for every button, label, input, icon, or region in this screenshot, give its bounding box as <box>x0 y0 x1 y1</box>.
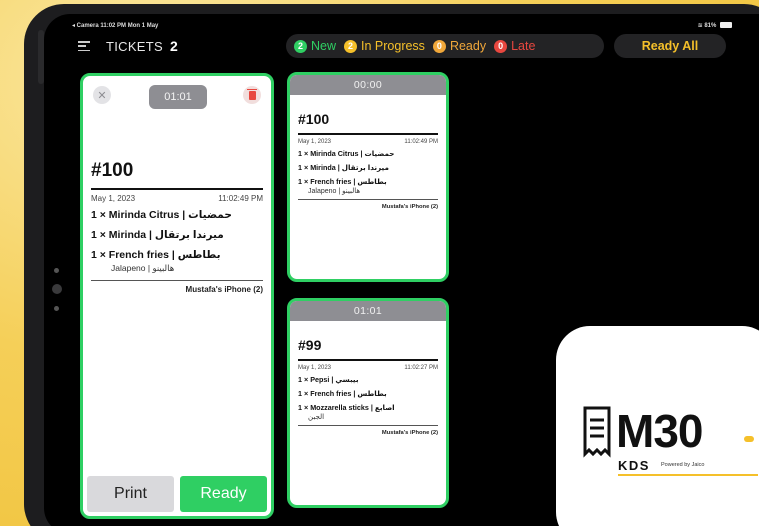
camera-icon <box>52 284 62 294</box>
ticket-card[interactable]: 00:00 #100 May 1, 2023 11:02:49 PM 1 × M… <box>287 72 449 282</box>
ticket-timer: 01:01 <box>149 85 207 109</box>
ticket-card[interactable]: 01:01 #99 May 1, 2023 11:02:27 PM 1 × Pe… <box>287 298 449 508</box>
divider <box>298 359 438 361</box>
ready-count-badge: 0 <box>432 39 446 53</box>
filter-late[interactable]: 0 Late <box>494 39 535 53</box>
filter-new[interactable]: 2 New <box>294 39 336 53</box>
status-bar: ◂ Camera 11:02 PM Mon 1 May ≋ 81% <box>72 20 732 32</box>
divider <box>91 188 263 190</box>
close-icon[interactable]: ✕ <box>93 86 111 104</box>
order-date: May 1, 2023 <box>91 194 136 203</box>
order-item: 1 × Mirinda | ميرندا برتقال <box>298 163 389 172</box>
order-time: 11:02:49 PM <box>404 139 438 145</box>
ready-all-button[interactable]: Ready All <box>614 34 726 58</box>
item-modifier: الجبن <box>308 414 325 421</box>
side-sensor-dot <box>54 268 59 273</box>
source-device: Mustafa's iPhone (2) <box>185 285 263 294</box>
ticket-timer: 00:00 <box>290 75 446 95</box>
new-count-badge: 2 <box>294 39 307 53</box>
order-meta: May 1, 2023 11:02:27 PM <box>298 365 438 371</box>
item-modifier: Jalapeno | هالبينو <box>111 263 175 273</box>
order-date: May 1, 2023 <box>298 365 332 371</box>
order-item: 1 × French fries | بطاطس <box>298 389 387 398</box>
order-item: 1 × Mozzarella sticks | اصابع <box>298 403 395 412</box>
status-filter-bar: 2 New 2 In Progress 0 Ready 0 Late <box>286 34 604 58</box>
order-time: 11:02:49 PM <box>218 194 263 203</box>
order-item: 1 × Mirinda Citrus | حمضيات <box>91 209 232 221</box>
side-sensor-dot <box>54 306 59 311</box>
source-device: Mustafa's iPhone (2) <box>381 430 438 436</box>
order-item: 1 × French fries | بطاطس <box>298 177 387 186</box>
status-right: ≋ 81% <box>698 22 732 29</box>
app-logo-card: M30 KDS Powered by Jaico <box>556 326 759 526</box>
ticket-header: ✕ 01:01 <box>83 76 271 120</box>
logo-wordmark: M30 <box>616 405 703 457</box>
receipt-icon <box>583 406 611 458</box>
order-number: #100 <box>91 160 134 181</box>
filter-in-progress[interactable]: 2 In Progress <box>344 39 425 53</box>
item-modifier: Jalapeno | هالبينو <box>308 188 361 195</box>
logo-underline <box>618 474 758 476</box>
logo-accent <box>744 436 754 442</box>
focused-ticket-card[interactable]: ✕ 01:01 #100 May 1, 2023 11:02:49 PM 1 ×… <box>80 73 274 519</box>
divider <box>298 133 438 135</box>
order-item: 1 × Pepsi | بيبسي <box>298 375 359 384</box>
tickets-count: 2 <box>170 38 178 54</box>
filter-label: In Progress <box>361 39 425 53</box>
status-left: ◂ Camera 11:02 PM Mon 1 May <box>72 23 159 29</box>
ticket-timer: 01:01 <box>290 301 446 321</box>
order-meta: May 1, 2023 11:02:49 PM <box>91 194 263 203</box>
divider <box>91 280 263 281</box>
tickets-label: TICKETS <box>106 39 163 54</box>
divider <box>298 199 438 200</box>
filter-label: Ready <box>449 39 487 53</box>
order-date: May 1, 2023 <box>298 139 332 145</box>
divider <box>298 425 438 426</box>
print-button[interactable]: Print <box>87 476 174 512</box>
battery-icon <box>720 22 732 29</box>
filter-label: Late <box>511 39 536 53</box>
filter-label: New <box>311 39 337 53</box>
logo-powered-by: Powered by Jaico <box>661 462 705 468</box>
ticket-actions: Print Ready <box>87 476 267 512</box>
order-meta: May 1, 2023 11:02:49 PM <box>298 139 438 145</box>
in-progress-count-badge: 2 <box>344 39 358 53</box>
order-item: 1 × French fries | بطاطس <box>91 249 221 261</box>
logo-kds: KDS <box>618 458 650 473</box>
order-item: 1 × Mirinda Citrus | حمضيات <box>298 149 395 158</box>
trash-icon[interactable] <box>243 86 261 104</box>
filter-ready[interactable]: 0 Ready <box>432 39 487 53</box>
order-number: #100 <box>298 111 330 127</box>
battery-label: ≋ 81% <box>697 23 717 29</box>
order-time: 11:02:27 PM <box>404 365 438 371</box>
source-device: Mustafa's iPhone (2) <box>381 204 438 210</box>
top-bar: TICKETS 2 2 New 2 In Progress 0 Ready 0 … <box>72 34 752 60</box>
order-number: #99 <box>298 337 322 353</box>
ready-button[interactable]: Ready <box>180 476 267 512</box>
order-item: 1 × Mirinda | ميرندا برتقال <box>91 229 224 241</box>
late-count-badge: 0 <box>494 39 508 53</box>
menu-icon[interactable] <box>78 41 90 51</box>
